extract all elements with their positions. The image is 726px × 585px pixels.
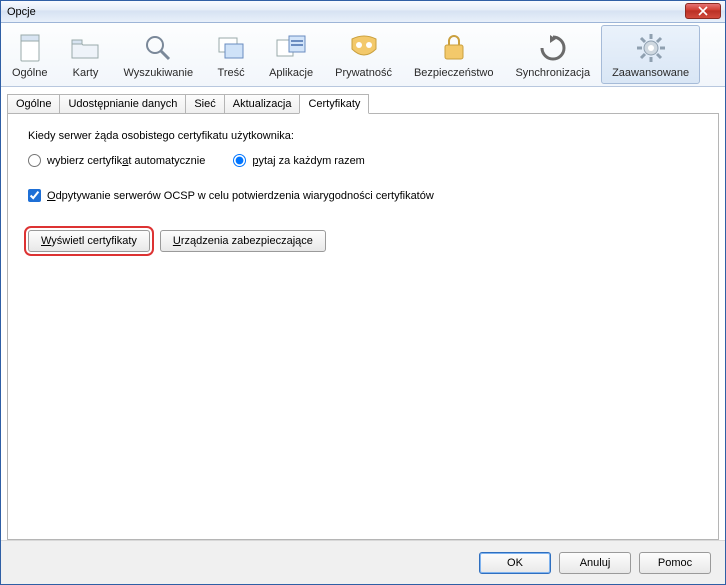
subtab-general[interactable]: Ogólne [7,94,60,114]
lock-icon [438,32,470,64]
subtab-network[interactable]: Sieć [185,94,224,114]
ocsp-label: Odpytywanie serwerów OCSP w celu potwier… [47,190,434,202]
subtab-label: Ogólne [16,98,51,110]
ok-button[interactable]: OK [479,552,551,574]
search-icon [142,32,174,64]
toolbar-item-privacy[interactable]: Prywatność [324,25,403,84]
subtab-label: Sieć [194,98,215,110]
radio-select-auto-label: wybierz certyfikat automatycznie [47,155,205,167]
titlebar: Opcje [1,1,725,23]
radio-select-auto-input[interactable] [28,154,41,167]
certificates-panel: Kiedy serwer żąda osobistego certyfikatu… [7,113,719,540]
toolbar-item-search[interactable]: Wyszukiwanie [112,25,204,84]
dialog-footer: OK Anuluj Pomoc [1,540,725,584]
toolbar-label: Aplikacje [269,67,313,79]
radio-ask-each-time-input[interactable] [233,154,246,167]
sync-icon [537,32,569,64]
close-icon [698,6,708,16]
folder-icon [69,32,101,64]
toolbar-item-content[interactable]: Treść [204,25,258,84]
subtab-certs[interactable]: Certyfikaty [299,94,369,114]
toolbar-label: Prywatność [335,67,392,79]
radio-select-auto[interactable]: wybierz certyfikat automatycznie [28,154,205,167]
close-button[interactable] [685,3,721,19]
category-toolbar: Ogólne Karty Wyszukiwanie Treść Aplikacj… [1,23,725,87]
security-devices-button[interactable]: Urządzenia zabezpieczające [160,230,326,252]
view-certificates-button[interactable]: Wyświetl certyfikaty [28,230,150,252]
page-icon [14,32,46,64]
toolbar-item-security[interactable]: Bezpieczeństwo [403,25,505,84]
toolbar-label: Zaawansowane [612,67,689,79]
cancel-button[interactable]: Anuluj [559,552,631,574]
toolbar-label: Ogólne [12,67,47,79]
subtab-label: Aktualizacja [233,98,292,110]
window-title: Opcje [7,6,36,18]
radio-ask-each-time[interactable]: pytaj za każdym razem [233,154,365,167]
content-area: Ogólne Udostępnianie danych Sieć Aktuali… [1,87,725,540]
content-icon [215,32,247,64]
subtab-label: Udostępnianie danych [68,98,177,110]
toolbar-item-advanced[interactable]: Zaawansowane [601,25,700,84]
cert-radio-group: wybierz certyfikat automatycznie pytaj z… [28,154,698,167]
toolbar-item-general[interactable]: Ogólne [1,25,58,84]
subtab-label: Certyfikaty [308,98,360,110]
cert-prompt: Kiedy serwer żąda osobistego certyfikatu… [28,130,698,142]
mask-icon [348,32,380,64]
subtab-datashare[interactable]: Udostępnianie danych [59,94,186,114]
help-button[interactable]: Pomoc [639,552,711,574]
options-window: Opcje Ogólne Karty Wyszukiwanie [0,0,726,585]
toolbar-label: Bezpieczeństwo [414,67,494,79]
ocsp-checkbox[interactable] [28,189,41,202]
toolbar-label: Synchronizacja [515,67,590,79]
toolbar-item-apps[interactable]: Aplikacje [258,25,324,84]
toolbar-item-sync[interactable]: Synchronizacja [504,25,601,84]
cert-buttons: Wyświetl certyfikaty Urządzenia zabezpie… [28,230,698,252]
subtab-update[interactable]: Aktualizacja [224,94,301,114]
subtab-bar: Ogólne Udostępnianie danych Sieć Aktuali… [7,94,719,114]
toolbar-label: Karty [73,67,99,79]
toolbar-label: Wyszukiwanie [123,67,193,79]
apps-icon [275,32,307,64]
ocsp-row[interactable]: Odpytywanie serwerów OCSP w celu potwier… [28,189,698,202]
toolbar-label: Treść [218,67,245,79]
gear-icon [635,32,667,64]
radio-ask-each-time-label: pytaj za każdym razem [252,155,365,167]
toolbar-item-cards[interactable]: Karty [58,25,112,84]
